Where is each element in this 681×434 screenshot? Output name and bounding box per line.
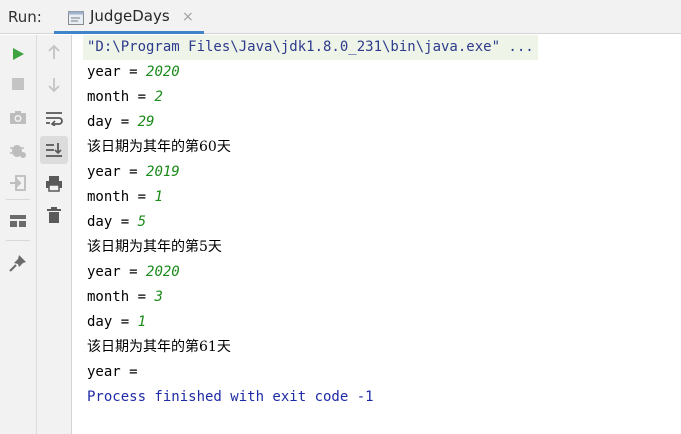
pin-icon[interactable]: [4, 249, 32, 277]
run-toolwindow-header: Run: JudgeDays ×: [0, 0, 681, 34]
tab-judgedays[interactable]: JudgeDays ×: [54, 0, 204, 34]
console-line: 该日期为其年的第60天: [87, 139, 231, 155]
console-line: year = 2019: [87, 164, 180, 180]
console-line: 该日期为其年的第61天: [87, 339, 231, 355]
command-line: "D:\Program Files\Java\jdk1.8.0_231\bin\…: [83, 35, 538, 60]
console-output[interactable]: "D:\Program Files\Java\jdk1.8.0_231\bin\…: [73, 35, 681, 434]
process-finished-message: Process finished with exit code -1: [87, 389, 374, 405]
console-line: month = 2: [87, 89, 163, 105]
stop-icon[interactable]: [4, 70, 32, 98]
console-line: month = 1: [87, 189, 163, 205]
console-line: day = 1: [87, 314, 147, 330]
console-line: year =: [87, 364, 147, 380]
soft-wrap-icon[interactable]: [40, 104, 68, 132]
console-line: year = 2020: [87, 264, 180, 280]
up-arrow-icon[interactable]: [40, 38, 68, 66]
run-actions-toolbar: [0, 35, 37, 434]
run-label: Run:: [8, 8, 42, 26]
console-line: 该日期为其年的第5天: [87, 239, 222, 255]
run-icon[interactable]: [4, 40, 32, 68]
console-tab-icon: [68, 10, 84, 29]
toolbar-divider: [6, 199, 30, 200]
console-actions-toolbar: [37, 35, 72, 434]
console-line: month = 3: [87, 289, 163, 305]
close-icon[interactable]: ×: [182, 9, 194, 25]
debug-icon[interactable]: [4, 136, 32, 164]
print-icon[interactable]: [40, 169, 68, 197]
trash-icon[interactable]: [40, 201, 68, 229]
toolbar-divider: [6, 240, 30, 241]
tab-label: JudgeDays: [90, 7, 170, 25]
exit-icon[interactable]: [4, 169, 32, 197]
console-line: year = 2020: [87, 64, 180, 80]
console-line: day = 5: [87, 214, 147, 230]
camera-icon[interactable]: [4, 103, 32, 131]
console-line: day = 29: [87, 114, 155, 130]
scroll-to-end-icon[interactable]: [40, 136, 68, 164]
down-arrow-icon[interactable]: [40, 71, 68, 99]
layout-icon[interactable]: [4, 207, 32, 235]
